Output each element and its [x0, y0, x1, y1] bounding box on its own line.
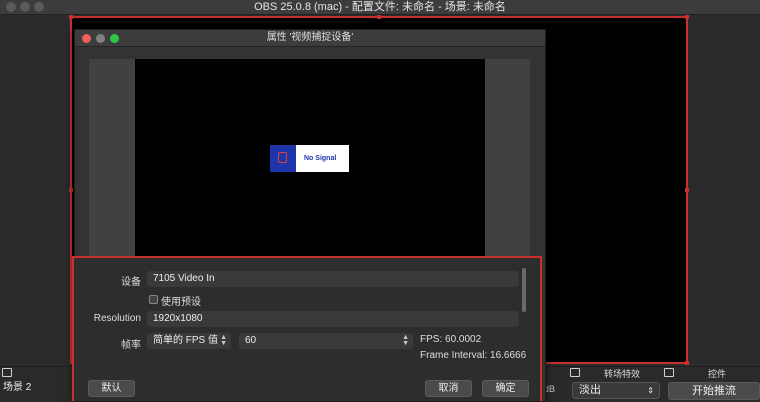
- dialog-close-icon[interactable]: [82, 34, 91, 43]
- transition-select[interactable]: 淡出 ⇕: [572, 382, 660, 399]
- fps-mode-value: 简单的 FPS 值: [153, 335, 219, 346]
- dialog-minimize-icon[interactable]: [96, 34, 105, 43]
- dock-float-icon[interactable]: [2, 368, 12, 377]
- transition-select-value: 淡出: [579, 384, 601, 396]
- window-title: OBS 25.0.8 (mac) - 配置文件: 未命名 - 场景: 未命名: [254, 1, 506, 13]
- cancel-button[interactable]: 取消: [425, 380, 472, 397]
- defaults-button[interactable]: 默认: [88, 380, 135, 397]
- scene-list-item[interactable]: 场景 2: [0, 380, 72, 396]
- dock-float-icon[interactable]: [664, 368, 674, 377]
- source-preview: No Signal: [89, 59, 530, 259]
- device-select-value: 7105 Video In: [153, 273, 215, 284]
- use-preset-checkbox[interactable]: [149, 295, 158, 304]
- device-label: 设备: [121, 277, 141, 288]
- window-titlebar: OBS 25.0.8 (mac) - 配置文件: 未命名 - 场景: 未命名: [0, 0, 760, 15]
- properties-scrollbar[interactable]: [522, 268, 526, 312]
- zoom-window-icon[interactable]: [34, 2, 44, 12]
- resize-handle[interactable]: [69, 188, 73, 192]
- start-streaming-button[interactable]: 开始推流: [668, 382, 760, 400]
- select-arrows-icon: ▲ ▼: [220, 334, 227, 347]
- select-arrows-icon: ▲ ▼: [402, 334, 409, 347]
- transitions-dock-title: 转场特效: [604, 369, 641, 379]
- no-signal-icon: [278, 152, 287, 163]
- minimize-window-icon[interactable]: [20, 2, 30, 12]
- resolution-value: 1920x1080: [153, 313, 203, 324]
- dock-float-icon[interactable]: [570, 368, 580, 377]
- select-arrows-icon: ⇕: [647, 386, 654, 395]
- controls-dock-title: 控件: [708, 369, 727, 379]
- no-signal-text: No Signal: [304, 155, 337, 162]
- ok-button[interactable]: 确定: [482, 380, 529, 397]
- fps-info: FPS: 60.0002: [420, 334, 482, 345]
- no-signal-card: No Signal: [270, 145, 349, 172]
- resize-handle[interactable]: [685, 188, 689, 192]
- properties-dialog: 属性 '视频捕捉设备' No Signal 设备 7105 Video In 使…: [72, 29, 546, 402]
- dialog-titlebar: 属性 '视频捕捉设备': [75, 30, 545, 47]
- source-preview-frame: No Signal: [135, 59, 485, 259]
- fps-mode-select[interactable]: 简单的 FPS 值 ▲ ▼: [147, 333, 231, 349]
- resize-handle[interactable]: [69, 15, 73, 19]
- dialog-title: 属性 '视频捕捉设备': [266, 32, 354, 43]
- framerate-label: 帧率: [121, 340, 141, 351]
- resize-handle[interactable]: [685, 15, 689, 19]
- device-select[interactable]: 7105 Video In: [147, 271, 519, 287]
- resolution-field[interactable]: 1920x1080: [147, 311, 519, 327]
- properties-panel: 设备 7105 Video In 使用预设 Resolution 1920x10…: [72, 256, 542, 401]
- resize-handle[interactable]: [377, 15, 381, 19]
- frame-interval-info: Frame Interval: 16.6666: [420, 350, 527, 361]
- fps-value-select[interactable]: 60 ▲ ▼: [239, 333, 413, 349]
- fps-value: 60: [245, 335, 257, 346]
- dialog-zoom-icon[interactable]: [110, 34, 119, 43]
- resolution-label: Resolution: [93, 313, 141, 324]
- use-preset-label: 使用预设: [161, 297, 201, 308]
- no-signal-badge: [270, 145, 296, 172]
- resize-handle[interactable]: [685, 361, 689, 365]
- close-window-icon[interactable]: [6, 2, 16, 12]
